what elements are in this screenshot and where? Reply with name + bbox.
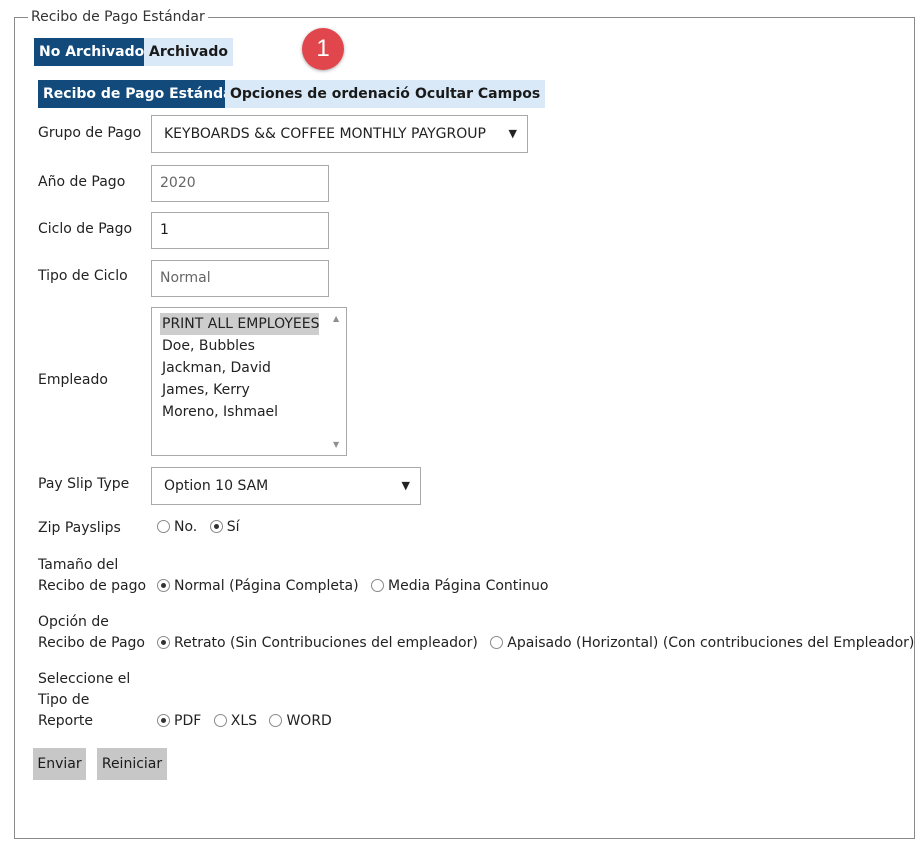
listbox-scrollbar[interactable]: ▲ ▼ — [329, 308, 346, 455]
size-normal-label: Normal (Página Completa) — [174, 578, 359, 594]
zip-payslips-label: Zip Payslips — [38, 520, 121, 536]
pdf-label: PDF — [174, 713, 202, 729]
size-normal-radio[interactable] — [157, 579, 170, 592]
zip-payslips-radios: No. Sí — [157, 517, 247, 538]
receipt-size-label-line2: Recibo de pago — [38, 578, 147, 594]
employee-label: Empleado — [38, 372, 108, 388]
pay-cycle-label: Ciclo de Pago — [38, 221, 133, 237]
employee-option[interactable]: Doe, Bubbles — [152, 335, 346, 357]
pay-cycle-input[interactable]: 1 — [151, 212, 329, 249]
pay-group-value: KEYBOARDS && COFFEE MONTHLY PAYGROUP — [164, 126, 486, 142]
landscape-label: Apaisado (Horizontal) (Con contribucione… — [507, 635, 915, 651]
tab-archivado[interactable]: Archivado — [144, 38, 234, 66]
employee-option[interactable]: James, Kerry — [152, 379, 346, 401]
xls-radio[interactable] — [213, 714, 227, 727]
pay-group-label: Grupo de Pago — [38, 125, 142, 141]
zip-yes-label: Sí — [226, 519, 240, 535]
tab-ocultar-campos[interactable]: Ocultar Campos — [410, 80, 546, 108]
report-type-label-line1: Seleccione el — [38, 671, 131, 687]
portrait-label: Retrato (Sin Contribuciones del empleado… — [174, 635, 478, 651]
size-half-radio[interactable] — [371, 579, 384, 592]
pdf-radio[interactable] — [157, 714, 170, 727]
employee-listbox[interactable]: PRINT ALL EMPLOYEES Doe, Bubbles Jackman… — [151, 307, 347, 456]
step-badge: 1 — [302, 28, 344, 70]
receipt-option-label-line1: Opción de — [38, 614, 109, 630]
employee-option[interactable]: Jackman, David — [152, 357, 346, 379]
report-type-radios: PDF XLS WORD — [157, 711, 340, 732]
scroll-up-icon[interactable]: ▲ — [333, 314, 339, 323]
tab-opciones-ordenacion[interactable]: Opciones de ordenación — [225, 80, 425, 108]
cycle-type-label: Tipo de Ciclo — [38, 268, 128, 284]
form-legend: Recibo de Pago Estándar — [28, 9, 208, 25]
cycle-type-input[interactable]: Normal — [151, 260, 329, 297]
employee-option[interactable]: Moreno, Ishmael — [152, 401, 346, 423]
pay-slip-type-label: Pay Slip Type — [38, 476, 130, 492]
landscape-radio[interactable] — [490, 636, 504, 649]
reset-button[interactable]: Reiniciar — [97, 748, 167, 780]
pay-group-select[interactable]: KEYBOARDS && COFFEE MONTHLY PAYGROUP ▼ — [151, 115, 528, 153]
employee-option[interactable]: PRINT ALL EMPLOYEES — [160, 313, 319, 335]
pay-slip-type-value: Option 10 SAM — [164, 478, 269, 494]
zip-no-radio[interactable] — [157, 520, 170, 533]
xls-label: XLS — [230, 713, 258, 729]
pay-slip-type-select[interactable]: Option 10 SAM ▼ — [151, 467, 421, 505]
receipt-option-radios: Retrato (Sin Contribuciones del empleado… — [157, 633, 921, 654]
portrait-radio[interactable] — [157, 636, 170, 649]
zip-no-label: No. — [174, 519, 198, 535]
word-radio[interactable] — [269, 714, 283, 727]
receipt-size-label-line1: Tamaño del — [38, 557, 119, 573]
word-label: WORD — [286, 713, 332, 729]
pay-year-input[interactable]: 2020 — [151, 165, 329, 202]
scroll-down-icon[interactable]: ▼ — [333, 440, 339, 449]
dropdown-arrow-icon: ▼ — [401, 479, 410, 492]
tab-no-archivado[interactable]: No Archivado — [34, 38, 150, 66]
dropdown-arrow-icon: ▼ — [508, 127, 517, 140]
zip-yes-radio[interactable] — [209, 520, 223, 533]
submit-button[interactable]: Enviar — [33, 748, 86, 780]
report-type-label-line3: Reporte — [38, 713, 94, 729]
receipt-option-label-line2: Recibo de Pago — [38, 635, 145, 651]
report-type-label-line2: Tipo de — [38, 692, 90, 708]
tab-recibo-estandar[interactable]: Recibo de Pago Estándar — [38, 80, 245, 108]
pay-year-label: Año de Pago — [38, 174, 126, 190]
size-half-label: Media Página Continuo — [388, 578, 549, 594]
receipt-size-radios: Normal (Página Completa) Media Página Co… — [157, 576, 556, 597]
